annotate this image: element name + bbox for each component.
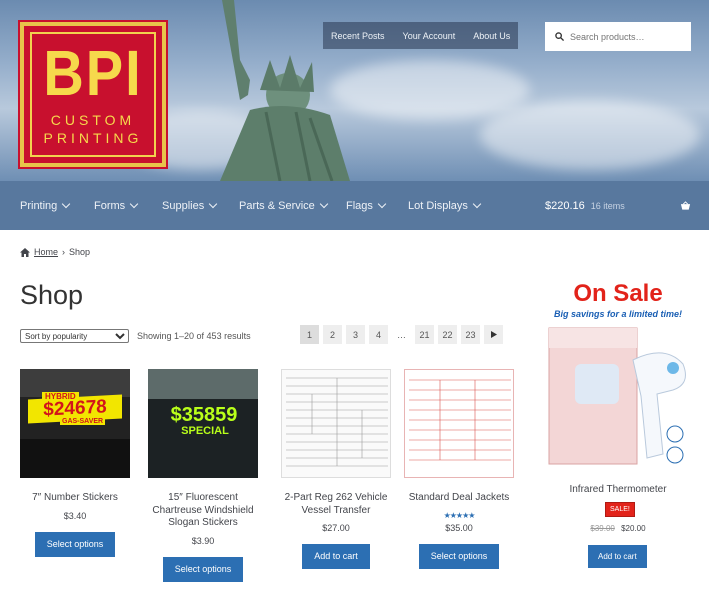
sidebar-add-to-cart-button[interactable]: Add to cart [588, 545, 647, 568]
chevron-down-icon [377, 199, 387, 209]
select-options-button[interactable]: Select options [162, 556, 244, 582]
product-image[interactable] [281, 369, 391, 478]
new-price: $20.00 [621, 524, 646, 533]
product-title[interactable]: Standard Deal Jackets [404, 492, 514, 505]
sidebar-product-price: $39.00 $20.00 [545, 524, 691, 533]
page-21[interactable]: 21 [415, 325, 434, 344]
nav-about-us[interactable]: About Us [473, 31, 510, 41]
breadcrumb-current: Shop [69, 247, 91, 257]
logo-bpi-text: BPI [43, 36, 143, 109]
result-count: Showing 1–20 of 453 results [137, 331, 251, 341]
page-2[interactable]: 2 [323, 325, 342, 344]
deal-jacket-image [409, 379, 511, 461]
site-logo[interactable]: BPI CUSTOM PRINTING [20, 22, 166, 167]
nav-your-account[interactable]: Your Account [403, 31, 456, 41]
header-cart[interactable]: $220.16 16 items [545, 181, 691, 230]
secondary-navigation: Recent Posts Your Account About Us [323, 22, 519, 49]
chevron-down-icon [319, 199, 329, 209]
logo-printing-text: PRINTING [43, 130, 143, 146]
sticker-hybrid: HYBRID [42, 392, 79, 401]
logo-custom-text: CUSTOM [50, 112, 136, 128]
car-background [148, 369, 258, 399]
breadcrumb-home-link[interactable]: Home [34, 247, 58, 257]
thermometer-product-image [548, 327, 686, 465]
product-price: $3.40 [63, 510, 87, 521]
chevron-down-icon [129, 199, 139, 209]
sale-badge: SALE! [605, 502, 635, 517]
product-price: $3.90 [191, 535, 215, 546]
next-page-button[interactable] [484, 325, 503, 344]
product-price: $35.00 [445, 522, 473, 533]
product-card: Standard Deal Jackets ★★★★★ $35.00 Selec… [404, 369, 514, 569]
cloud-decoration [480, 100, 700, 170]
nav-supplies[interactable]: Supplies [162, 199, 218, 212]
select-options-button[interactable]: Select options [418, 543, 500, 569]
product-image[interactable] [404, 369, 514, 478]
old-price: $39.00 [590, 524, 615, 533]
product-title[interactable]: 15″ Fluorescent Chartreuse Windshield Sl… [148, 492, 258, 530]
nav-flags-label: Flags [346, 199, 373, 212]
select-options-button[interactable]: Select options [34, 531, 116, 557]
sale-promo-banner[interactable]: On Sale Big savings for a limited time! [545, 276, 691, 472]
search-input[interactable] [570, 31, 680, 42]
nav-lot-displays-label: Lot Displays [408, 199, 468, 212]
promo-subline: Big savings for a limited time! [553, 309, 683, 319]
nav-printing[interactable]: Printing [20, 199, 71, 212]
form-document-image [286, 377, 388, 467]
chevron-down-icon [62, 199, 71, 209]
add-to-cart-button[interactable]: Add to cart [302, 544, 370, 569]
nav-forms[interactable]: Forms [94, 199, 139, 212]
star-rating: ★★★★★ [443, 510, 476, 520]
sticker-special: SPECIAL [181, 425, 229, 437]
product-card: $35859 SPECIAL 15″ Fluorescent Chartreus… [148, 369, 258, 582]
nav-lot-displays[interactable]: Lot Displays [408, 199, 482, 212]
page-4[interactable]: 4 [369, 325, 388, 344]
product-image[interactable]: $35859 SPECIAL [148, 369, 258, 478]
cart-total: $220.16 [545, 199, 585, 212]
sidebar-product-title[interactable]: Infrared Thermometer [545, 484, 691, 495]
cloud-decoration [330, 60, 530, 120]
home-icon [20, 247, 30, 257]
page-ellipsis: … [397, 329, 406, 340]
chevron-down-icon [208, 199, 218, 209]
product-price: $27.00 [322, 523, 350, 533]
next-arrow-icon [490, 331, 497, 338]
sort-select[interactable]: Sort by popularity [20, 329, 129, 343]
page-1[interactable]: 1 [300, 325, 319, 344]
product-search [545, 22, 691, 51]
search-icon [555, 32, 564, 41]
breadcrumb: Home › Shop [20, 247, 90, 257]
car-dash [20, 439, 130, 478]
nav-parts-service-label: Parts & Service [239, 199, 315, 212]
primary-navigation: Printing Forms Supplies Parts & Service … [0, 181, 709, 230]
nav-flags[interactable]: Flags [346, 199, 387, 212]
nav-supplies-label: Supplies [162, 199, 205, 212]
promo-headline: On Sale [573, 280, 663, 307]
nav-printing-label: Printing [20, 199, 58, 212]
product-card: 2-Part Reg 262 Vehicle Vessel Transfer $… [281, 369, 391, 569]
product-image[interactable]: $24678 HYBRID GAS-SAVER [20, 369, 130, 478]
cart-count: 16 items [590, 200, 625, 211]
page-23[interactable]: 23 [461, 325, 480, 344]
page-title: Shop [20, 280, 84, 310]
header-hero: BPI CUSTOM PRINTING Recent Posts Your Ac… [0, 0, 709, 181]
product-title[interactable]: 7″ Number Stickers [20, 492, 130, 505]
nav-forms-label: Forms [94, 199, 126, 212]
product-card: $24678 HYBRID GAS-SAVER 7″ Number Sticke… [20, 369, 130, 557]
pagination: 1 2 3 4 … 21 22 23 [300, 325, 503, 344]
nav-parts-service[interactable]: Parts & Service [239, 199, 329, 212]
page-3[interactable]: 3 [346, 325, 365, 344]
sticker-price: $35859 [170, 404, 238, 426]
page-22[interactable]: 22 [438, 325, 457, 344]
sticker-gas-saver: GAS-SAVER [60, 418, 106, 425]
product-title[interactable]: 2-Part Reg 262 Vehicle Vessel Transfer [281, 492, 391, 517]
breadcrumb-separator-icon: › [62, 247, 66, 257]
chevron-down-icon [472, 199, 482, 209]
nav-recent-posts[interactable]: Recent Posts [331, 31, 385, 41]
basket-icon [680, 200, 691, 210]
